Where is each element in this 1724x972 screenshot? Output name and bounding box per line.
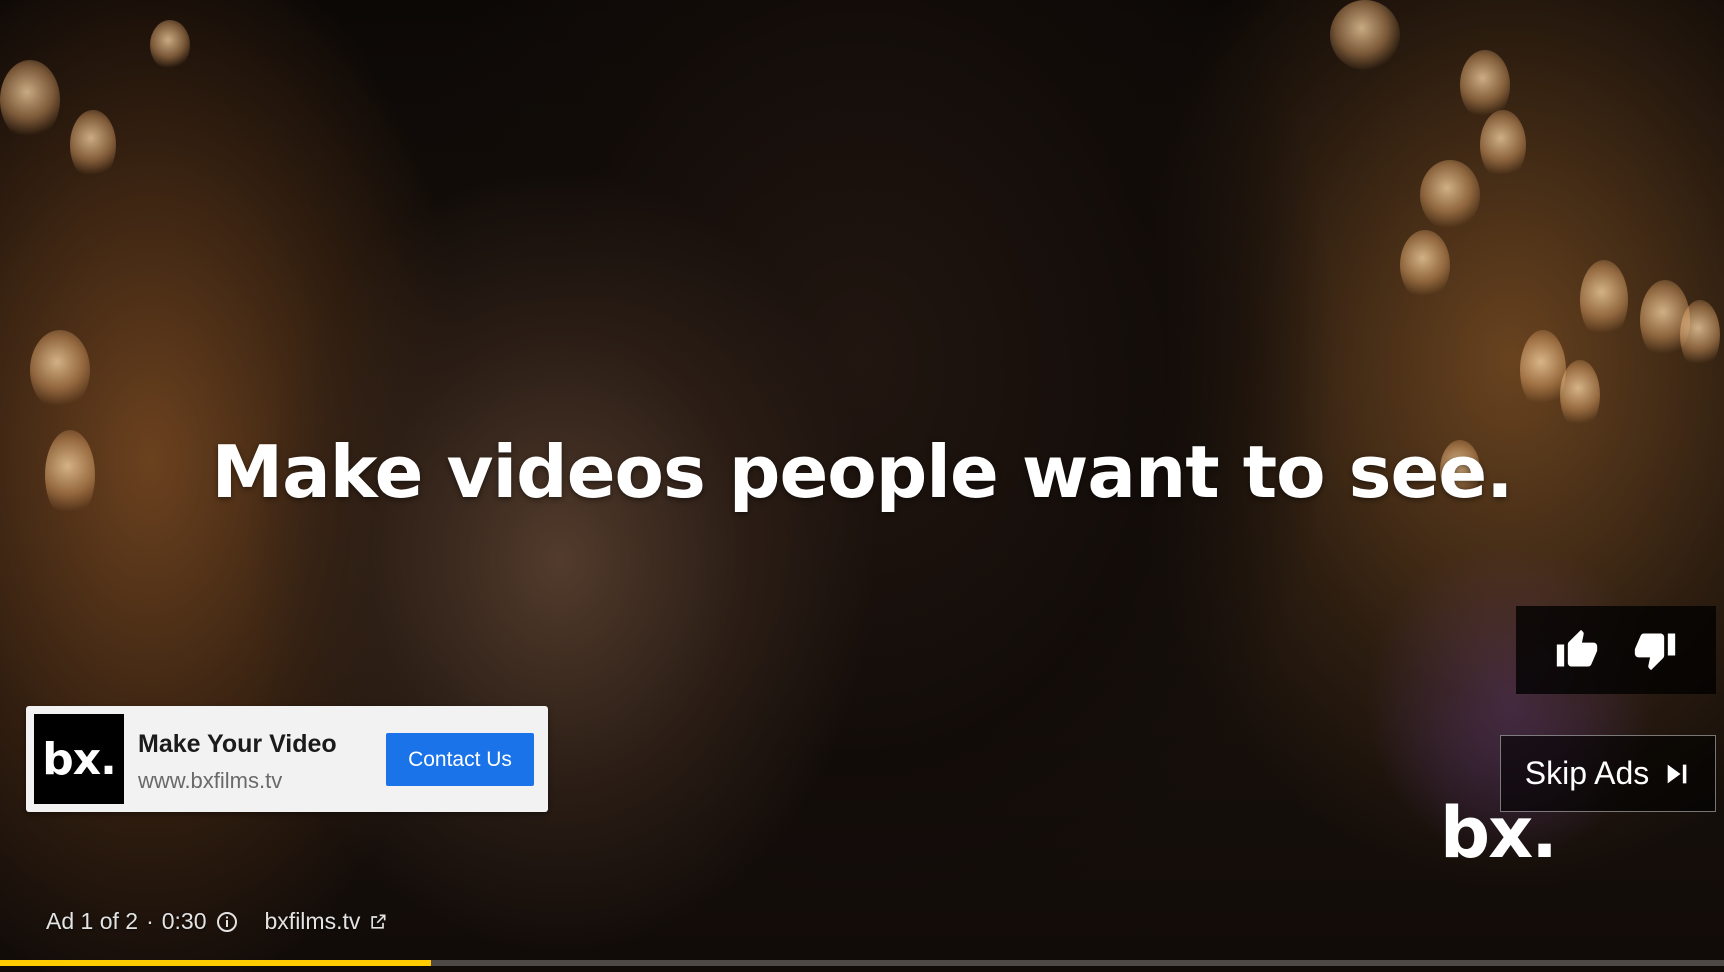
bokeh-light (1330, 0, 1400, 70)
ad-progress-bar[interactable] (0, 960, 1724, 966)
ad-card-url[interactable]: www.bxfilms.tv (138, 768, 282, 794)
thumbs-up-icon (1556, 629, 1598, 667)
bokeh-light (1580, 260, 1628, 340)
bokeh-light (1640, 280, 1690, 360)
contact-us-button[interactable]: Contact Us (386, 733, 534, 786)
ad-info-bar: Ad 1 of 2 · 0:30 bxfilms.tv (46, 908, 388, 935)
info-icon[interactable] (215, 910, 239, 934)
ad-rating-panel (1516, 606, 1716, 694)
bokeh-light (1560, 360, 1600, 430)
ad-counter: Ad 1 of 2 (46, 908, 139, 934)
skip-next-icon (1667, 764, 1687, 783)
like-button[interactable] (1551, 624, 1603, 676)
bokeh-light (150, 20, 190, 70)
bokeh-light (1460, 50, 1510, 120)
separator: · (146, 908, 154, 934)
video-player[interactable]: Make videos people want to see. bx. Make… (0, 0, 1724, 972)
dislike-button[interactable] (1629, 624, 1681, 676)
bokeh-light (1420, 160, 1480, 230)
bokeh-light (0, 60, 60, 140)
bokeh-light (1480, 110, 1526, 180)
external-link-icon[interactable] (368, 912, 388, 932)
bokeh-light (30, 330, 90, 410)
bokeh-light (1400, 230, 1450, 300)
ad-card[interactable]: bx. Make Your Video www.bxfilms.tv Conta… (26, 706, 548, 812)
advertiser-logo[interactable]: bx. (34, 714, 124, 804)
ad-headline: Make videos people want to see. (211, 430, 1513, 514)
bokeh-light (70, 110, 116, 180)
skip-ads-label: Skip Ads (1524, 755, 1650, 791)
advertiser-watermark: bx. (1440, 792, 1558, 874)
bokeh-light (1680, 300, 1720, 370)
ad-card-title[interactable]: Make Your Video (138, 730, 337, 759)
thumbs-down-icon (1634, 633, 1676, 671)
ad-progress-fill (0, 960, 431, 966)
bokeh-light (1520, 330, 1566, 410)
ad-duration: 0:30 (161, 908, 207, 934)
ad-domain-link[interactable]: bxfilms.tv (265, 908, 361, 935)
